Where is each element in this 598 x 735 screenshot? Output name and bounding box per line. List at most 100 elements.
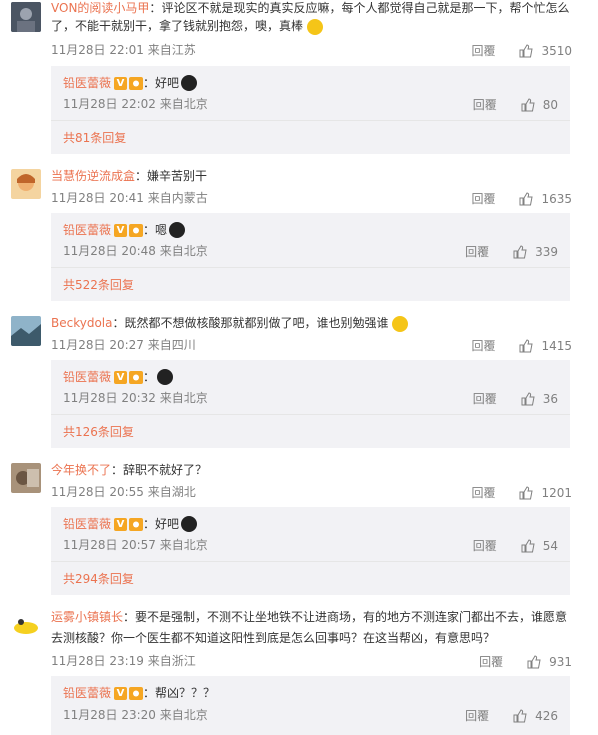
reply-username[interactable]: 铅医蕾薇 (63, 515, 111, 533)
reply-username[interactable]: 铅医蕾薇 (63, 221, 111, 239)
sad-face-emoji-icon (181, 516, 198, 532)
reply-time: 11月28日 20:48 来自北京 (63, 244, 208, 258)
thumbs-up-icon (513, 708, 527, 722)
divider (51, 414, 570, 415)
avatar[interactable] (11, 610, 41, 640)
avatar[interactable] (11, 316, 41, 346)
like-count: 1201 (541, 485, 572, 500)
level-badge-icon (129, 370, 144, 384)
reply-button[interactable]: 回覆 (471, 190, 495, 207)
reply-body: 帮凶？？？ (155, 686, 216, 700)
comment-time: 11月28日 23:19 来自浙江 (51, 654, 196, 668)
reply-username[interactable]: 铅医蕾薇 (63, 74, 111, 92)
avatar[interactable] (11, 169, 41, 199)
like-count: 1635 (541, 191, 572, 206)
comment-actions: 回覆 931 (479, 653, 572, 670)
comment-username[interactable]: 运雾小镇镇长 (51, 610, 123, 624)
avatar[interactable] (11, 2, 41, 32)
divider (51, 561, 570, 562)
comment-username[interactable]: 当慧伤逆流成盒 (51, 169, 135, 183)
comment-text: 运雾小镇镇长：要不是强制，不测不让坐地铁不让进商场，有的地方不测连家门都出不去，… (51, 610, 568, 624)
comment-time: 11月28日 20:41 来自内蒙古 (51, 191, 208, 205)
comment-text-line2: 了，不能干就别干，拿了钱就别抱怨，噢，真棒 (51, 17, 578, 35)
comment-feed: VON的阅读小马甲：评论区不就是现实的真实反应嘛，每个人都觉得自己就是那一下，帮… (0, 0, 598, 735)
view-more-replies-link[interactable]: 共522条回复 (63, 276, 134, 293)
reply-time: 11月28日 20:32 来自北京 (63, 391, 208, 405)
reply-body: 嗯 (155, 223, 168, 237)
reply-username[interactable]: 铅医蕾薇 (63, 368, 111, 386)
sad-face-emoji-icon (169, 222, 186, 238)
comment-body: 评论区不就是现实的真实反应嘛，每个人都觉得自己就是那一下，帮个忙怎么 (161, 1, 570, 15)
reply-time: 11月28日 20:57 来自北京 (63, 538, 208, 552)
like-count: 1415 (541, 338, 572, 353)
comment-username[interactable]: VON的阅读小马甲 (51, 1, 149, 15)
comment-text: VON的阅读小马甲：评论区不就是现实的真实反应嘛，每个人都觉得自己就是那一下，帮… (51, 1, 570, 15)
comment-username[interactable]: Beckydola (51, 316, 112, 330)
like-button[interactable]: 931 (527, 655, 572, 669)
reply-actions: 回覆 54 (473, 537, 558, 554)
verified-badge-icon: V (114, 76, 128, 90)
reply-time: 11月28日 22:02 来自北京 (63, 97, 208, 111)
like-count: 36 (542, 391, 558, 406)
comment-time: 11月28日 20:55 来自湖北 (51, 485, 196, 499)
level-badge-icon (129, 223, 144, 237)
like-count: 3510 (541, 43, 572, 58)
like-button[interactable]: 36 (521, 392, 558, 406)
comment-time: 11月28日 20:27 来自四川 (51, 338, 196, 352)
thumbs-up-icon (521, 538, 535, 552)
sad-face-emoji-icon (181, 75, 198, 91)
reply-box: 铅医蕾薇 V ：嗯 11月28日 20:48 来自北京 回覆 339 共522条… (51, 213, 570, 301)
like-button[interactable]: 1415 (519, 339, 572, 353)
reply-button[interactable]: 回覆 (465, 243, 489, 260)
thumbs-up-icon (519, 191, 534, 205)
comment-text: Beckydola：既然都不想做核酸那就都别做了吧，谁也别勉强谁 (51, 314, 578, 332)
comment-actions: 回覆 1635 (471, 190, 572, 207)
comment-text-line2: 去测核酸？你一个医生都不知道这阳性到底是怎么回事吗？在这当帮凶，有意思吗？ (51, 629, 578, 647)
view-more-replies-link[interactable]: 共294条回复 (63, 570, 134, 587)
reply-body: 好吧 (155, 76, 180, 90)
reply-button[interactable]: 回覆 (473, 390, 497, 407)
reply-box: 铅医蕾薇 V ：帮凶？？？ 11月28日 23:20 来自北京 回覆 426 (51, 676, 570, 735)
comment-body-line2: 了，不能干就别干，拿了钱就别抱怨，噢，真棒 (51, 19, 304, 33)
reply-button[interactable]: 回覆 (471, 484, 495, 501)
like-count: 54 (542, 538, 558, 553)
like-button[interactable]: 426 (513, 709, 558, 723)
reply-time: 11月28日 23:20 来自北京 (63, 708, 208, 722)
divider (51, 267, 570, 268)
reply-button[interactable]: 回覆 (473, 537, 497, 554)
like-button[interactable]: 3510 (519, 44, 572, 58)
reply-actions: 回覆 339 (465, 243, 558, 260)
reply-box: 铅医蕾薇 V ：好吧 11月28日 20:57 来自北京 回覆 54 共294条… (51, 507, 570, 595)
reply-username[interactable]: 铅医蕾薇 (63, 684, 111, 702)
like-count: 339 (535, 244, 558, 259)
reply-body: 好吧 (155, 517, 180, 531)
verified-badge-icon: V (114, 370, 128, 384)
like-count: 931 (549, 654, 572, 669)
comment-body: 要不是强制，不测不让坐地铁不让进商场，有的地方不测连家门都出不去，谁愿意 (135, 610, 568, 624)
reply-button[interactable]: 回覆 (473, 96, 497, 113)
comment-body: 嫌辛苦别干 (147, 169, 208, 183)
comment-actions: 回覆 3510 (471, 42, 572, 59)
like-count: 426 (535, 708, 558, 723)
verified-badge-icon: V (114, 223, 128, 237)
view-more-replies-link[interactable]: 共126条回复 (63, 423, 134, 440)
reply-button[interactable]: 回覆 (471, 42, 495, 59)
reply-button[interactable]: 回覆 (471, 337, 495, 354)
like-button[interactable]: 54 (521, 539, 558, 553)
like-button[interactable]: 1635 (519, 192, 572, 206)
reply-button[interactable]: 回覆 (465, 707, 489, 724)
verified-badge-icon: V (114, 517, 128, 531)
like-button[interactable]: 80 (521, 98, 558, 112)
view-more-replies-link[interactable]: 共81条回复 (63, 129, 126, 146)
comment-body-line2: 去测核酸？你一个医生都不知道这阳性到底是怎么回事吗？在这当帮凶，有意思吗？ (51, 631, 496, 645)
reply-button[interactable]: 回覆 (479, 653, 503, 670)
reply-box: 铅医蕾薇 V ： 11月28日 20:32 来自北京 回覆 36 共126条回复 (51, 360, 570, 448)
comment-username[interactable]: 今年换不了 (51, 463, 111, 477)
like-button[interactable]: 1201 (519, 486, 572, 500)
reply-actions: 回覆 36 (473, 390, 558, 407)
reply-actions: 回覆 80 (473, 96, 558, 113)
avatar[interactable] (11, 463, 41, 493)
level-badge-icon (129, 686, 144, 700)
comment-text: 今年换不了：辞职不就好了？ (51, 463, 208, 477)
like-button[interactable]: 339 (513, 245, 558, 259)
